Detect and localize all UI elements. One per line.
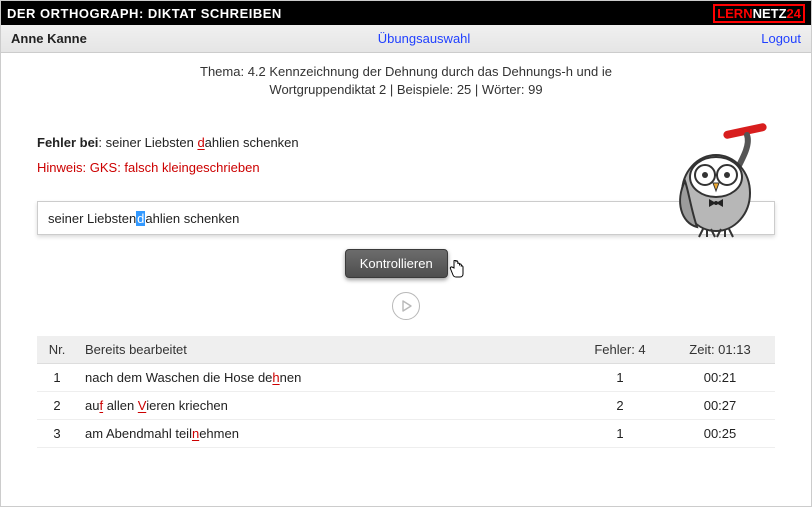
cell-errors: 1 <box>575 364 665 392</box>
app-header: DER ORTHOGRAPH: DIKTAT SCHREIBEN LERN NE… <box>1 1 811 25</box>
col-errors: Fehler: 4 <box>575 336 665 364</box>
input-selection: d <box>136 211 145 226</box>
cell-nr: 3 <box>37 420 77 448</box>
table-row: 1nach dem Waschen die Hose dehnen100:21 <box>37 364 775 392</box>
theme-info: Thema: 4.2 Kennzeichnung der Dehnung dur… <box>37 63 775 99</box>
logout-link[interactable]: Logout <box>761 31 801 46</box>
logo-part3: 24 <box>787 6 801 21</box>
cell-errors: 1 <box>575 420 665 448</box>
cell-errors: 2 <box>575 392 665 420</box>
table-row: 3am Abendmahl teilnehmen100:25 <box>37 420 775 448</box>
exercise-select-link[interactable]: Übungsauswahl <box>378 31 471 46</box>
cell-time: 00:25 <box>665 420 775 448</box>
cell-nr: 2 <box>37 392 77 420</box>
col-time: Zeit: 01:13 <box>665 336 775 364</box>
cell-time: 00:21 <box>665 364 775 392</box>
error-marked-char: d <box>197 135 204 150</box>
table-row: 2auf allen Vieren kriechen200:27 <box>37 392 775 420</box>
play-audio-button[interactable] <box>392 292 420 320</box>
theme-line2: Wortgruppendiktat 2 | Beispiele: 25 | Wö… <box>37 81 775 99</box>
history-table: Nr. Bereits bearbeitet Fehler: 4 Zeit: 0… <box>37 336 775 448</box>
theme-line1: Thema: 4.2 Kennzeichnung der Dehnung dur… <box>37 63 775 81</box>
error-text-after: ahlien schenken <box>205 135 299 150</box>
owl-mascot <box>661 121 781 244</box>
input-text-after: ahlien schenken <box>145 211 239 226</box>
col-nr: Nr. <box>37 336 77 364</box>
cell-text: nach dem Waschen die Hose dehnen <box>77 364 575 392</box>
cursor-hand-icon <box>449 260 465 283</box>
user-name: Anne Kanne <box>11 31 87 46</box>
logo-part1: LERN <box>717 6 752 21</box>
check-button[interactable]: Kontrollieren <box>345 249 448 278</box>
logo-part2: NETZ <box>753 6 787 21</box>
input-text-before: seiner Liebsten <box>48 211 136 226</box>
cell-text: am Abendmahl teilnehmen <box>77 420 575 448</box>
sub-bar: Anne Kanne Übungsauswahl Logout <box>1 25 811 53</box>
cell-text: auf allen Vieren kriechen <box>77 392 575 420</box>
error-label: Fehler bei <box>37 135 98 150</box>
col-done: Bereits bearbeitet <box>77 336 575 364</box>
error-text-before: : seiner Liebsten <box>98 135 197 150</box>
app-title: DER ORTHOGRAPH: DIKTAT SCHREIBEN <box>7 6 282 21</box>
lernnetz24-logo[interactable]: LERN NETZ 24 <box>713 4 805 23</box>
cell-nr: 1 <box>37 364 77 392</box>
cell-time: 00:27 <box>665 392 775 420</box>
